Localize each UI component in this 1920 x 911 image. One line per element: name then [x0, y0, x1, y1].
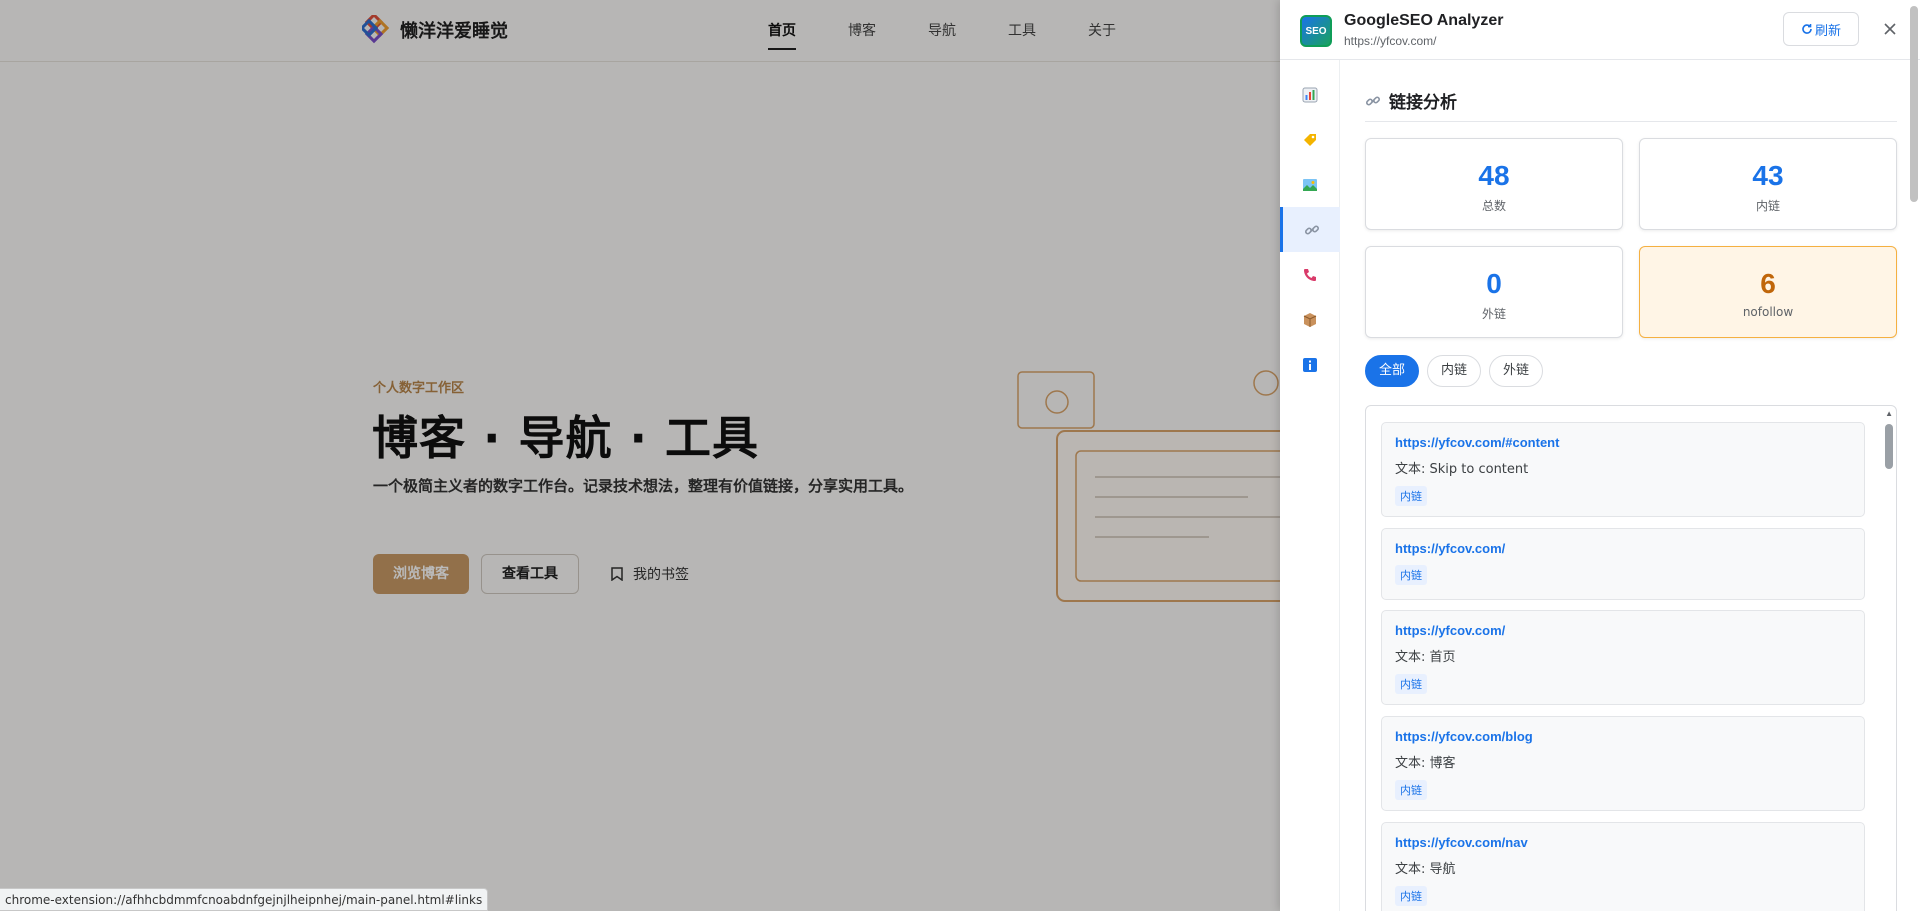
- stat-total-label: 总数: [1481, 199, 1506, 213]
- link-type-badge: 内链: [1395, 486, 1427, 506]
- panel-url: https://yfcov.com/: [1344, 34, 1437, 48]
- stat-nofollow-value: 6: [1760, 268, 1776, 299]
- sidebar-item-contact[interactable]: [1280, 252, 1340, 297]
- list-scrollbar-thumb[interactable]: [1885, 424, 1893, 469]
- sidebar-item-meta[interactable]: [1280, 117, 1340, 162]
- panel-header: SEO GoogleSEO Analyzer https://yfcov.com…: [1280, 0, 1920, 60]
- panel-main: 链接分析 48 总数 43 内链 0 外链 6 nofollow 全部 内链 外…: [1340, 60, 1920, 911]
- section-title: 链接分析: [1365, 88, 1457, 113]
- stat-internal: 43 内链: [1639, 138, 1897, 230]
- link-item: https://yfcov.com/nav 文本: 导航 内链: [1381, 822, 1865, 911]
- link-url[interactable]: https://yfcov.com/blog: [1395, 729, 1851, 744]
- image-icon: [1303, 178, 1317, 191]
- filter-tabs: 全部 内链 外链: [1365, 355, 1544, 387]
- tab-internal[interactable]: 内链: [1427, 355, 1482, 387]
- seo-analyzer-panel: SEO GoogleSEO Analyzer https://yfcov.com…: [1280, 0, 1920, 911]
- close-button[interactable]: [1876, 15, 1904, 43]
- panel-scrollbar-thumb[interactable]: [1910, 6, 1918, 202]
- section-divider: [1365, 121, 1897, 122]
- tab-all[interactable]: 全部: [1365, 355, 1420, 387]
- tab-external[interactable]: 外链: [1489, 355, 1544, 387]
- refresh-icon: [1802, 24, 1812, 34]
- refresh-label: 刷新: [1814, 23, 1841, 39]
- panel-title: GoogleSEO Analyzer: [1344, 12, 1504, 29]
- phone-icon: [1304, 268, 1316, 281]
- link-anchor-text: 文本: Skip to content: [1395, 462, 1529, 477]
- link-url[interactable]: https://yfcov.com/#content: [1395, 435, 1851, 450]
- link-type-badge: 内链: [1395, 565, 1427, 585]
- link-list[interactable]: https://yfcov.com/#content 文本: Skip to c…: [1365, 405, 1897, 911]
- tag-icon: [1304, 133, 1316, 146]
- link-anchor-text: 文本: 首页: [1395, 650, 1456, 665]
- seo-logo-icon: SEO: [1300, 15, 1332, 47]
- link-anchor-text: 文本: 博客: [1395, 756, 1456, 771]
- scroll-up-icon[interactable]: ▲: [1885, 409, 1893, 418]
- refresh-button[interactable]: 刷新: [1783, 12, 1859, 46]
- sidebar-item-links[interactable]: [1280, 207, 1340, 252]
- stat-nofollow: 6 nofollow: [1639, 246, 1897, 338]
- info-icon: [1303, 357, 1317, 372]
- link-url[interactable]: https://yfcov.com/nav: [1395, 835, 1851, 850]
- stat-external: 0 外链: [1365, 246, 1623, 338]
- list-scrollbar[interactable]: ▲ ▼: [1882, 406, 1896, 911]
- stat-total-value: 48: [1478, 160, 1510, 191]
- link-icon: [1365, 95, 1381, 106]
- link-type-badge: 内链: [1395, 674, 1427, 694]
- link-anchor-text: 文本: 导航: [1395, 862, 1456, 877]
- close-icon: [1884, 23, 1896, 35]
- link-type-badge: 内链: [1395, 886, 1427, 906]
- sidebar-item-resources[interactable]: [1280, 297, 1340, 342]
- stat-internal-value: 43: [1752, 160, 1784, 191]
- link-icon: [1304, 224, 1319, 235]
- link-item: https://yfcov.com/#content 文本: Skip to c…: [1381, 422, 1865, 517]
- stat-internal-label: 内链: [1755, 199, 1780, 213]
- sidebar-item-info[interactable]: [1280, 342, 1340, 387]
- sidebar-item-overview[interactable]: [1280, 72, 1340, 117]
- stat-external-value: 0: [1486, 268, 1502, 299]
- stat-total: 48 总数: [1365, 138, 1623, 230]
- link-item: https://yfcov.com/ 文本: 首页 内链: [1381, 610, 1865, 705]
- panel-sidebar: [1280, 60, 1340, 911]
- link-type-badge: 内链: [1395, 780, 1427, 800]
- chart-icon: [1302, 87, 1318, 102]
- section-title-text: 链接分析: [1389, 93, 1457, 113]
- link-url[interactable]: https://yfcov.com/: [1395, 541, 1851, 556]
- sidebar-item-images[interactable]: [1280, 162, 1340, 207]
- link-item: https://yfcov.com/blog 文本: 博客 内链: [1381, 716, 1865, 811]
- browser-status-bar: chrome-extension://afhhcbdmmfcnoabdnfgej…: [0, 888, 489, 911]
- stat-external-label: 外链: [1481, 307, 1506, 321]
- package-icon: [1303, 312, 1317, 327]
- stat-nofollow-label: nofollow: [1742, 305, 1794, 319]
- link-item: https://yfcov.com/ 内链: [1381, 528, 1865, 600]
- link-url[interactable]: https://yfcov.com/: [1395, 623, 1851, 638]
